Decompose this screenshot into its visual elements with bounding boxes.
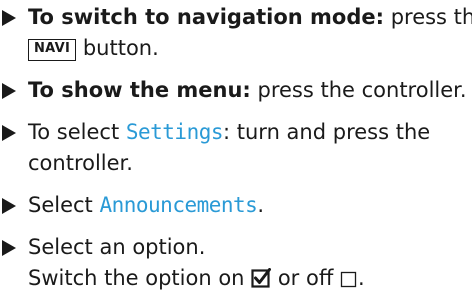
step-line2-end: . <box>357 266 365 290</box>
display-word-announcements: Announcements <box>99 193 258 217</box>
step-text: To switch to navigation mode: press the … <box>28 2 472 64</box>
step-select-announcements: Select Announcements. <box>0 190 472 221</box>
arrow-right-icon <box>2 240 18 256</box>
step-text: To select Settings: turn and press the c… <box>28 117 468 179</box>
arrow-right-icon <box>2 10 18 26</box>
step-bold-lead: To switch to navigation mode: <box>28 5 385 29</box>
step-line-1: Select an option. <box>28 235 206 259</box>
step-text-before: Select <box>28 193 100 217</box>
step-text: Select an option. Switch the option on o… <box>28 232 468 297</box>
step-line-2: controller. <box>28 151 133 175</box>
arrow-right-icon <box>2 198 18 214</box>
step-text-before: To select <box>28 120 126 144</box>
step-line2-before: Switch the option on <box>28 266 252 290</box>
arrow-right-icon <box>2 83 18 99</box>
step-text-after: press the controller. <box>250 78 467 102</box>
step-text: To show the menu: press the controller. <box>28 75 468 106</box>
step-show-menu: To show the menu: press the controller. <box>0 75 472 106</box>
step-text-after: . <box>257 193 265 217</box>
step-text-after-key: button. <box>76 36 159 60</box>
step-text-after: press the <box>390 5 472 29</box>
step-line2-middle: or off <box>271 266 340 290</box>
step-bold-lead: To show the menu: <box>28 78 251 102</box>
step-select-settings: To select Settings: turn and press the c… <box>0 117 472 179</box>
step-switch-navigation: To switch to navigation mode: press the … <box>0 2 472 64</box>
step-text: Select Announcements. <box>28 190 468 221</box>
step-text-after: : turn and press the <box>223 120 431 144</box>
step-select-option: Select an option. Switch the option on o… <box>0 232 472 294</box>
checkbox-checked-icon <box>251 266 272 297</box>
display-word-settings: Settings <box>125 120 224 144</box>
arrow-right-icon <box>2 125 18 141</box>
checkbox-unchecked-icon <box>340 266 358 297</box>
navi-key: NAVI <box>28 39 77 61</box>
